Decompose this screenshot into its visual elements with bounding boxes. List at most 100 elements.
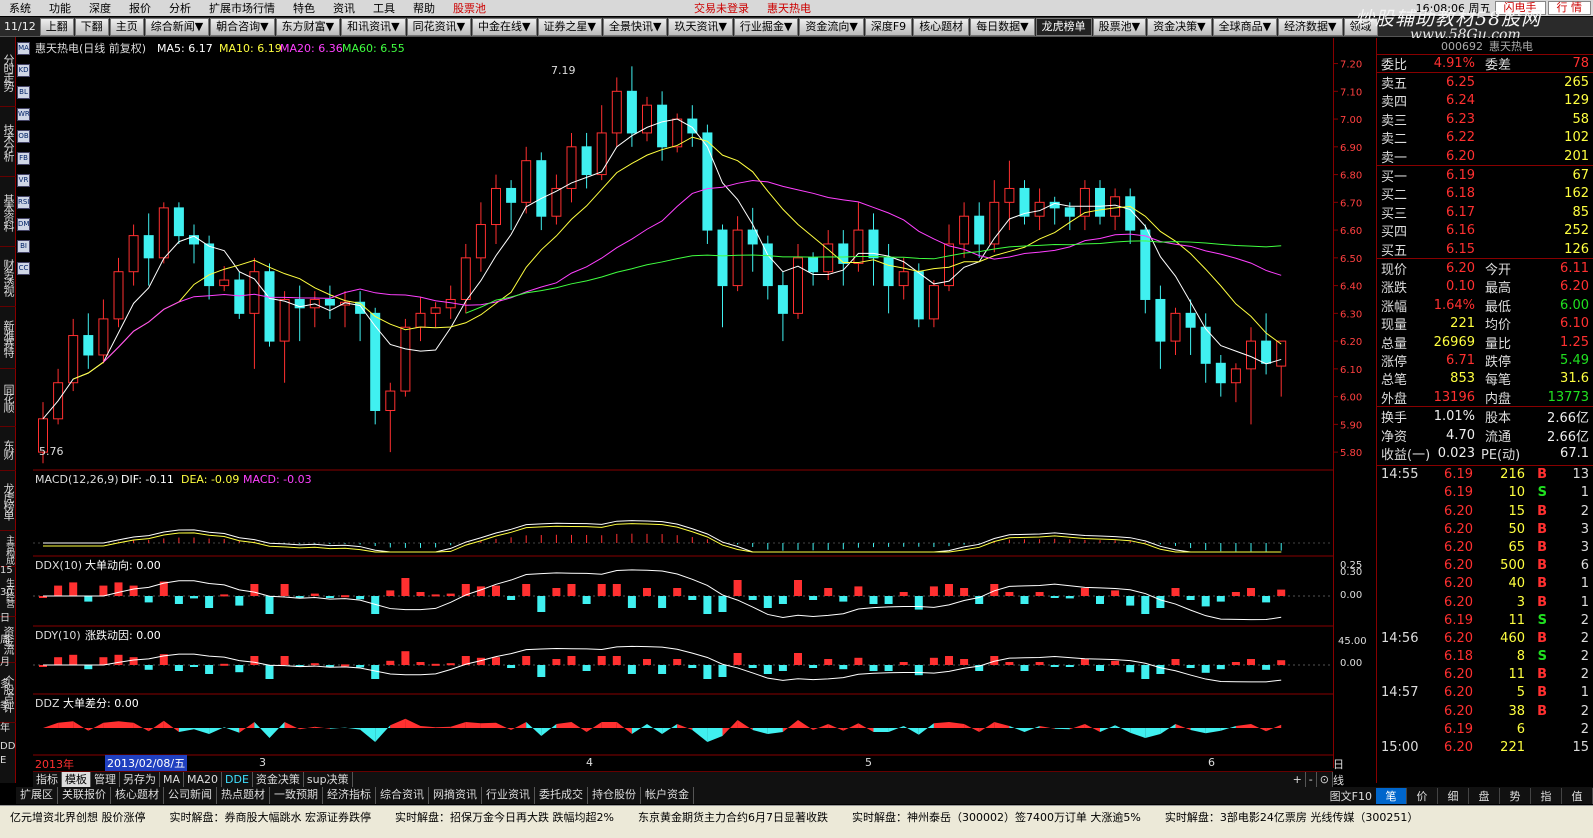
ma-icon[interactable]: MA: [17, 42, 30, 55]
toolbar-button[interactable]: 下翻: [74, 17, 109, 36]
toolbar-button[interactable]: 龙虎榜单: [1035, 17, 1092, 36]
toolbar-button[interactable]: 东方财富▼: [275, 17, 341, 36]
tab-finance[interactable]: 财务透视: [0, 247, 16, 307]
dmi-icon[interactable]: DM: [17, 218, 30, 231]
period-month[interactable]: 月: [0, 653, 16, 675]
menu-item[interactable]: 工具: [364, 0, 404, 16]
menu-item[interactable]: 系统: [0, 0, 40, 16]
tab-consensus[interactable]: 一致预期: [270, 787, 323, 804]
menu-item[interactable]: 分析: [160, 0, 200, 16]
news-ticker-item[interactable]: 亿元增资北界创想 股价涨停: [0, 809, 160, 825]
toolbar-button[interactable]: 主页: [109, 17, 144, 36]
toolbar-button[interactable]: 资金流向▼: [799, 17, 864, 36]
dde-label-2[interactable]: E: [0, 755, 16, 769]
toolbar-button[interactable]: 同花资讯▼: [406, 17, 472, 36]
cci-icon[interactable]: CC: [17, 262, 30, 275]
tab-dde[interactable]: DDE: [222, 771, 253, 788]
tab-economic[interactable]: 经济指标: [323, 787, 376, 804]
tab-profile[interactable]: 基本资料: [0, 177, 16, 247]
toolbar-button[interactable]: 股票池▼: [1092, 17, 1147, 36]
toolbar-button[interactable]: 中金在线▼: [472, 17, 537, 36]
tab-hot-theme[interactable]: 热点题材: [217, 787, 270, 804]
tab-index[interactable]: 指: [1531, 787, 1562, 804]
tab-ma[interactable]: MA: [160, 771, 185, 788]
news-ticker-item[interactable]: 实时解盘：招保万金今日再大跌 跌幅均超2%: [385, 809, 628, 825]
period-30[interactable]: 30: [0, 587, 16, 609]
tab-board[interactable]: 盘: [1469, 787, 1500, 804]
tab-saveas[interactable]: 另存为: [120, 771, 160, 788]
period-multi[interactable]: 多: [0, 675, 16, 697]
toolbar-button[interactable]: 经济数据▼: [1278, 17, 1343, 36]
menu-item[interactable]: 功能: [40, 0, 80, 16]
tab-ext[interactable]: 扩展区: [16, 787, 58, 804]
stock-pool-menu[interactable]: 股票池: [444, 0, 495, 16]
kline-chart[interactable]: 惠天热电(日线 前复权) MA5: 6.17 MA10: 6.19 MA20: …: [33, 38, 1333, 768]
toolbar-button[interactable]: 上翻: [39, 17, 74, 36]
period-15[interactable]: 15: [0, 565, 16, 587]
tab-company-news[interactable]: 公司新闻: [164, 787, 217, 804]
tab-dragon-tiger[interactable]: 龙虎榜单: [0, 471, 16, 531]
tab-ticks[interactable]: 笔: [1376, 787, 1407, 804]
news-ticker-item[interactable]: 东京黄金期货主力合约6月7日显著收跌: [628, 809, 842, 825]
toolbar-button[interactable]: 资金决策▼: [1147, 17, 1212, 36]
obv-icon[interactable]: OB: [17, 130, 30, 143]
zoom-out-button[interactable]: -: [1306, 771, 1317, 788]
tab-related-quote[interactable]: 关联报价: [58, 787, 111, 804]
tab-industry[interactable]: 行业资讯: [482, 787, 535, 804]
news-ticker-item[interactable]: 实时解盘：神州泰岳（300002）签7400万订单 大涨逾5%: [842, 809, 1155, 825]
toolbar-button[interactable]: 和讯资讯▼: [341, 17, 406, 36]
tab-fund-decision[interactable]: 资金决策: [253, 771, 304, 788]
period-season[interactable]: 季: [0, 697, 16, 719]
news-ticker-item[interactable]: 实时解盘：券商股大幅跳水 宏源证券跌停: [160, 809, 386, 825]
tab-ths[interactable]: 同花顺: [0, 369, 16, 427]
menu-item[interactable]: 资讯: [324, 0, 364, 16]
tab-core-theme[interactable]: 核心题材: [111, 787, 164, 804]
kdj-icon[interactable]: KD: [17, 64, 30, 77]
news-ticker-item[interactable]: 实时解盘：3部电影24亿票房 光线传媒（300251）: [1155, 809, 1432, 825]
bias-icon[interactable]: BI: [17, 240, 30, 253]
toolbar-button[interactable]: 核心题材: [913, 17, 970, 36]
f10-button[interactable]: 图文F10: [1330, 788, 1376, 804]
period-day[interactable]: 日: [0, 609, 16, 631]
tab-indicator[interactable]: 指标: [33, 771, 62, 788]
tab-account[interactable]: 帐户资金: [641, 787, 694, 804]
menu-item[interactable]: 特色: [284, 0, 324, 16]
tab-manage[interactable]: 管理: [91, 771, 120, 788]
tab-price[interactable]: 价: [1407, 787, 1438, 804]
tab-sup-decision[interactable]: sup决策: [304, 771, 353, 788]
menu-item[interactable]: 帮助: [404, 0, 444, 16]
login-status[interactable]: 交易未登录: [685, 0, 758, 16]
toolbar-button[interactable]: 证券之星▼: [537, 17, 602, 36]
tab-xinya[interactable]: 新雅赛特: [0, 307, 16, 369]
menu-item[interactable]: 报价: [120, 0, 160, 16]
toolbar-button[interactable]: 行业掘金▼: [733, 17, 799, 36]
vr-icon[interactable]: VR: [17, 174, 30, 187]
boll-icon[interactable]: BL: [17, 86, 30, 99]
fib-icon[interactable]: FB: [17, 152, 30, 165]
tab-template[interactable]: 模板: [62, 771, 91, 788]
tab-orders[interactable]: 委托成交: [535, 787, 588, 804]
toolbar-button[interactable]: 全景快讯▼: [602, 17, 668, 36]
quote-button[interactable]: 行 情: [1547, 1, 1591, 15]
toolbar-button[interactable]: 综合新闻▼: [144, 17, 210, 36]
tab-intraday[interactable]: 分时走势: [0, 37, 16, 107]
tab-detail[interactable]: 细: [1438, 787, 1469, 804]
menu-item[interactable]: 深度: [80, 0, 120, 16]
tab-general-news[interactable]: 综合资讯: [376, 787, 429, 804]
tab-trend[interactable]: 势: [1500, 787, 1531, 804]
tab-ma20[interactable]: MA20: [184, 771, 223, 788]
toolbar-button[interactable]: 全球商品▼: [1212, 17, 1278, 36]
tab-technical[interactable]: 技术分析: [0, 107, 16, 177]
rsi-icon[interactable]: RSI: [17, 196, 30, 209]
tab-business[interactable]: 主营构成: [0, 531, 16, 567]
reset-zoom-icon[interactable]: ⊙: [1317, 771, 1333, 788]
tick-list[interactable]: 14:55 6.19 216 B 13 6.19 10 S 1 6.20 15 B 2 6.20 50 B 3 6…: [1377, 464, 1593, 757]
tab-value[interactable]: 值: [1562, 787, 1593, 804]
tab-dongcai[interactable]: 东财: [0, 427, 16, 471]
dde-label-1[interactable]: DD: [0, 741, 16, 755]
toolbar-button[interactable]: 玖天资讯▼: [668, 17, 733, 36]
tab-digest[interactable]: 网摘资讯: [429, 787, 482, 804]
toolbar-button[interactable]: 每日数据▼: [970, 17, 1035, 36]
period-week[interactable]: 周: [0, 631, 16, 653]
tab-holdings[interactable]: 持仓股份: [588, 787, 641, 804]
